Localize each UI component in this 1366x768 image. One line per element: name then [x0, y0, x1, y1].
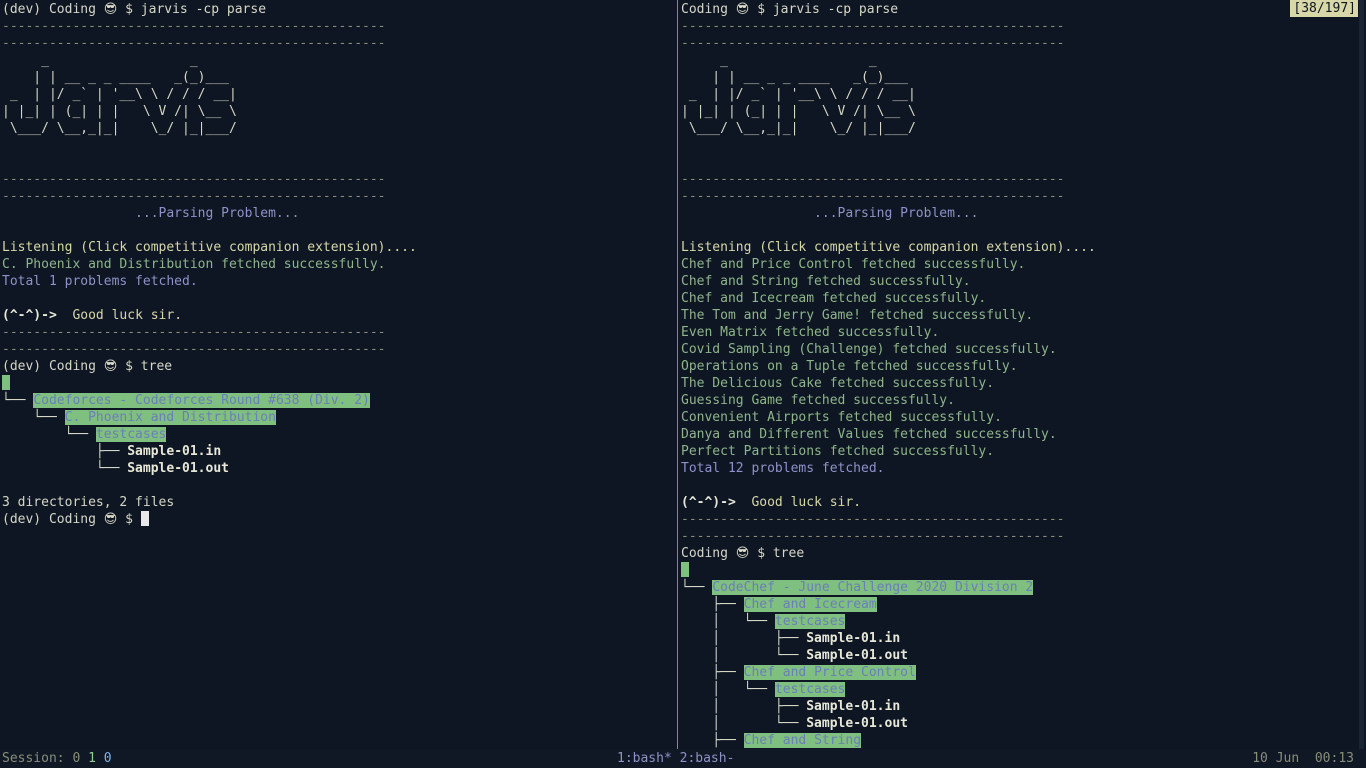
scrollbar-thumb[interactable]: [1359, 0, 1364, 749]
ascii-art-line: _ _: [2, 53, 237, 68]
tree-problem: └── C. Phoenix and Distribution: [2, 410, 276, 425]
dash-separator: ----------------------------------------…: [2, 36, 386, 51]
ascii-art-line: | | __ _ _ ____ _(_)___: [2, 70, 237, 85]
sunglasses-emoji: 😎: [103, 2, 118, 17]
prompt-line: Coding 😎 $ tree: [681, 546, 805, 561]
listening-text: Listening (Click competitive companion e…: [681, 240, 1096, 255]
tree-testcases: │ └── testcases: [681, 614, 846, 629]
dash-separator: ----------------------------------------…: [2, 172, 386, 187]
dash-separator: ----------------------------------------…: [2, 342, 386, 357]
dash-separator: ----------------------------------------…: [681, 36, 1065, 51]
sunglasses-emoji: 😎: [735, 2, 750, 17]
ascii-art-line: _ | |/ _` | '__\ \ / / / __|: [2, 87, 237, 102]
command-text: jarvis -cp parse: [140, 2, 267, 17]
tree-testcases: └── testcases: [2, 427, 167, 442]
dash-separator: ----------------------------------------…: [2, 325, 386, 340]
luck-line: (^-^)-> Good luck sir.: [2, 308, 183, 323]
fetched-line: Chef and Price Control fetched successfu…: [681, 257, 1026, 272]
datetime: 10 Jun 00:13: [1252, 751, 1354, 766]
fetched-line: The Tom and Jerry Game! fetched successf…: [681, 308, 1034, 323]
terminal-screen: (dev) Coding 😎 $ jarvis -cp parse ------…: [0, 0, 1366, 768]
prompt-line: Coding 😎 $ jarvis -cp parse: [681, 2, 899, 17]
dash-separator: ----------------------------------------…: [681, 529, 1065, 544]
ascii-art-line: | |_| | (_| | | \ V /| \__ \: [681, 104, 916, 119]
fetched-line: The Delicious Cake fetched successfully.: [681, 376, 995, 391]
command-text: jarvis -cp parse: [772, 2, 899, 17]
tree-file: │ ├── Sample-01.in: [681, 699, 901, 714]
tree-testcases: │ └── testcases: [681, 682, 846, 697]
command-text: tree: [772, 546, 805, 561]
fetched-line: Covid Sampling (Challenge) fetched succe…: [681, 342, 1057, 357]
scroll-position-badge: [38/197]: [1290, 0, 1359, 17]
pane-divider[interactable]: [677, 0, 678, 749]
dash-separator: ----------------------------------------…: [681, 512, 1065, 527]
fetched-line: Perfect Partitions fetched successfully.: [681, 444, 995, 459]
session-info: Session: 0 1 0: [2, 751, 112, 766]
parsing-status: ...Parsing Problem...: [681, 206, 979, 221]
ascii-art-line: _ _: [681, 53, 916, 68]
fetched-line: Guessing Game fetched successfully.: [681, 393, 955, 408]
dash-separator: ----------------------------------------…: [681, 19, 1065, 34]
tree-root-dot: [2, 375, 10, 392]
tree-root: └── Codeforces - Codeforces Round #638 (…: [2, 393, 370, 408]
dash-separator: ----------------------------------------…: [2, 189, 386, 204]
ascii-art-line: \___/ \__,_|_| \_/ |_|___/: [681, 121, 916, 136]
ascii-art-line: | |_| | (_| | | \ V /| \__ \: [2, 104, 237, 119]
text-cursor: [140, 511, 149, 526]
total-fetched: Total 1 problems fetched.: [2, 274, 198, 289]
tree-file: └── Sample-01.out: [2, 461, 229, 476]
parsing-status: ...Parsing Problem...: [2, 206, 300, 221]
dash-separator: ----------------------------------------…: [681, 189, 1065, 204]
tree-problem: ├── Chef and String: [681, 733, 862, 748]
tree-file: ├── Sample-01.in: [2, 444, 222, 459]
tmux-status-bar: Session: 0 1 0 1:bash* 2:bash- 10 Jun 00…: [0, 749, 1366, 768]
fetched-line: Convenient Airports fetched successfully…: [681, 410, 1002, 425]
tree-problem: ├── Chef and Icecream: [681, 597, 877, 612]
tree-root-dot: [681, 562, 689, 579]
right-pane[interactable]: [38/197] Coding 😎 $ jarvis -cp parse ---…: [679, 0, 1359, 749]
sunglasses-emoji: 😎: [103, 359, 118, 374]
fetched-line: Even Matrix fetched successfully.: [681, 325, 940, 340]
ascii-art-line: _ | |/ _` | '__\ \ / / / __|: [681, 87, 916, 102]
fetched-line: Danya and Different Values fetched succe…: [681, 427, 1057, 442]
ascii-art-line: | | __ _ _ ____ _(_)___: [681, 70, 916, 85]
fetched-line: Chef and Icecream fetched successfully.: [681, 291, 987, 306]
command-text: tree: [140, 359, 173, 374]
ascii-art-line: \___/ \__,_|_| \_/ |_|___/: [2, 121, 237, 136]
total-fetched: Total 12 problems fetched.: [681, 461, 885, 476]
window-list[interactable]: 1:bash* 2:bash-: [617, 749, 734, 768]
fetched-line: C. Phoenix and Distribution fetched succ…: [2, 257, 386, 272]
prompt-line: (dev) Coding 😎 $ tree: [2, 359, 173, 374]
left-pane[interactable]: (dev) Coding 😎 $ jarvis -cp parse ------…: [0, 0, 677, 749]
tree-root: └── CodeChef - June Challenge 2020 Divis…: [681, 580, 1034, 595]
tree-problem: ├── Chef and Price Control: [681, 665, 916, 680]
tree-file: │ ├── Sample-01.in: [681, 631, 901, 646]
listening-text: Listening (Click competitive companion e…: [2, 240, 417, 255]
sunglasses-emoji: 😎: [103, 512, 118, 527]
tree-file: │ └── Sample-01.out: [681, 716, 908, 731]
prompt-line[interactable]: (dev) Coding 😎 $: [2, 511, 149, 528]
fetched-line: Chef and String fetched successfully.: [681, 274, 971, 289]
dash-separator: ----------------------------------------…: [2, 19, 386, 34]
dash-separator: ----------------------------------------…: [681, 172, 1065, 187]
tree-summary: 3 directories, 2 files: [2, 495, 175, 510]
luck-line: (^-^)-> Good luck sir.: [681, 495, 862, 510]
fetched-line: Operations on a Tuple fetched successful…: [681, 359, 1018, 374]
sunglasses-emoji: 😎: [735, 546, 750, 561]
prompt-line: (dev) Coding 😎 $ jarvis -cp parse: [2, 2, 267, 17]
tree-file: │ └── Sample-01.out: [681, 648, 908, 663]
